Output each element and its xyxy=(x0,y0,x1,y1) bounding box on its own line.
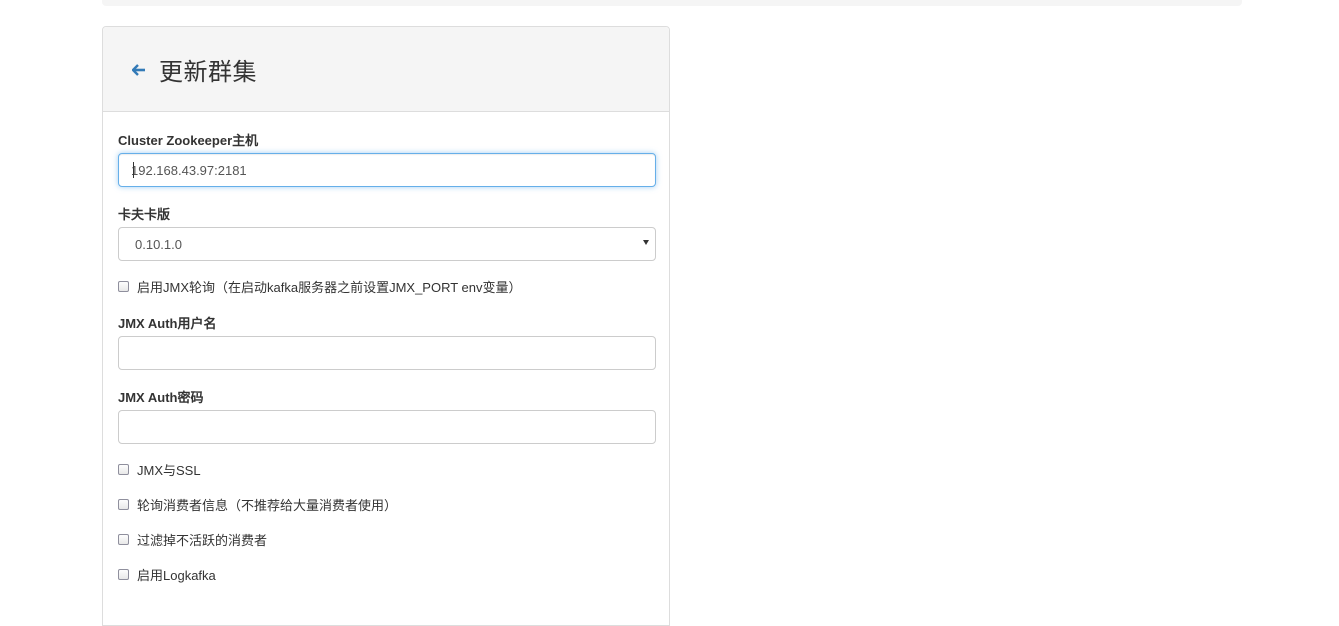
filter-inactive-checkbox[interactable] xyxy=(118,534,129,545)
jmx-polling-option[interactable]: 启用JMX轮询（在启动kafka服务器之前设置JMX_PORT env变量） xyxy=(118,277,522,296)
update-cluster-panel: 更新群集 Cluster Zookeeper主机 192.168.43.97:2… xyxy=(102,26,670,626)
logkafka-label: 启用Logkafka xyxy=(137,568,216,583)
jmx-password-input[interactable] xyxy=(118,410,656,444)
poll-consumer-option[interactable]: 轮询消费者信息（不推荐给大量消费者使用） xyxy=(118,495,397,514)
top-well xyxy=(102,0,1242,6)
jmx-password-label: JMX Auth密码 xyxy=(118,390,204,405)
back-button[interactable] xyxy=(131,62,147,78)
zookeeper-label: Cluster Zookeeper主机 xyxy=(118,133,259,148)
zookeeper-hosts-value: 192.168.43.97:2181 xyxy=(131,162,247,178)
arrow-left-icon xyxy=(132,64,145,76)
dropdown-arrow-icon xyxy=(643,240,649,245)
jmx-polling-label: 启用JMX轮询（在启动kafka服务器之前设置JMX_PORT env变量） xyxy=(137,280,522,295)
jmx-polling-checkbox[interactable] xyxy=(118,281,129,292)
kafka-version-select[interactable]: 0.10.1.0 xyxy=(118,227,656,261)
jmx-user-label: JMX Auth用户名 xyxy=(118,316,217,331)
filter-inactive-label: 过滤掉不活跃的消费者 xyxy=(137,533,268,548)
text-caret xyxy=(133,162,134,178)
page-title: 更新群集 xyxy=(159,58,257,86)
jmx-user-input[interactable] xyxy=(118,336,656,370)
logkafka-checkbox[interactable] xyxy=(118,569,129,580)
poll-consumer-checkbox[interactable] xyxy=(118,499,129,510)
jmx-ssl-checkbox[interactable] xyxy=(118,464,129,475)
panel-heading: 更新群集 xyxy=(103,27,669,112)
filter-inactive-option[interactable]: 过滤掉不活跃的消费者 xyxy=(118,530,267,549)
kafka-version-selected: 0.10.1.0 xyxy=(135,236,182,252)
jmx-ssl-label: JMX与SSL xyxy=(137,463,201,478)
poll-consumer-label: 轮询消费者信息（不推荐给大量消费者使用） xyxy=(137,498,398,513)
kafka-version-label: 卡夫卡版 xyxy=(118,207,171,222)
zookeeper-hosts-input[interactable]: 192.168.43.97:2181 xyxy=(118,153,656,187)
logkafka-option[interactable]: 启用Logkafka xyxy=(118,565,216,584)
jmx-ssl-option[interactable]: JMX与SSL xyxy=(118,460,201,479)
